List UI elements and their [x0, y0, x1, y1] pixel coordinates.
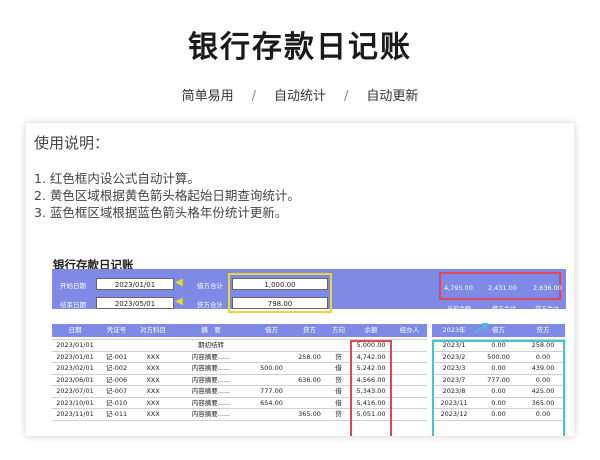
cyan-year-box: [432, 340, 565, 436]
tag-separator: /: [251, 89, 256, 104]
instructions-heading: 使用说明：: [34, 134, 110, 152]
year-column-header: 贷方: [521, 324, 565, 337]
preview-panel: 使用说明： 1. 红色框内设公式自动计算。 2. 黄色区域根据黄色箭头格起始日期…: [26, 123, 574, 436]
column-header: 对方科目: [135, 324, 171, 337]
ledger-cell: [251, 340, 292, 351]
ledger-cell: 2023/06/01: [56, 375, 94, 384]
credit-total-label: 贷方合计: [197, 301, 223, 309]
ledger-cell: XXX: [146, 364, 160, 372]
ledger-cell: 期初结转: [198, 341, 224, 349]
ledger-cell: 777.00: [260, 387, 283, 395]
tag-auto-update: 自动更新: [366, 89, 419, 104]
column-header: 凭证号: [98, 324, 135, 337]
ledger-cell: XXX: [146, 352, 160, 361]
ledger-cell: 654.00: [260, 398, 283, 407]
ledger-cell: 2023/07/01: [56, 387, 94, 395]
ledger-cell: 365.00: [298, 410, 321, 418]
ledger-cell: 2023/02/01: [56, 364, 94, 372]
ledger-cell: 内容摘要......: [191, 398, 231, 407]
current-balance-value: 4,795.00: [444, 284, 473, 292]
ledger-cell: 2023/01/01: [56, 352, 94, 361]
page-title: 银行存款日记账: [188, 30, 412, 65]
ledger-cell: 500.00: [260, 364, 283, 372]
ledger-cell: 内容摘要......: [191, 410, 231, 418]
ledger-cell: 贷: [335, 352, 342, 361]
ledger-cell: 2023/01/01: [56, 341, 94, 349]
ledger-cell: [251, 375, 292, 386]
ledger-cell: 内容摘要......: [191, 364, 231, 372]
ledger-cell: 2023/11/01: [56, 410, 94, 418]
ledger-cell: 记-010: [105, 398, 128, 407]
column-header: 摘 要: [171, 324, 251, 337]
ledger-cell: 258.00: [298, 352, 321, 361]
tag-auto-stat: 自动统计: [273, 89, 326, 104]
summary-credit-value: 2,636.00: [533, 284, 562, 292]
ledger-cell: 贷: [335, 410, 342, 418]
start-date-label: 开始日期: [60, 282, 86, 290]
ledger-cell: [292, 386, 327, 397]
end-date-input[interactable]: 2023/05/01: [96, 297, 174, 309]
ledger-cell: [327, 340, 350, 351]
column-header: 日期: [52, 324, 98, 337]
ledger-cell: [135, 340, 171, 351]
column-header: 贷方: [292, 324, 327, 337]
ledger-cell: [292, 340, 327, 351]
feature-tags: 简单易用 / 自动统计 / 自动更新: [0, 85, 600, 104]
ledger-cell: [98, 340, 135, 351]
tag-separator: /: [344, 89, 349, 104]
column-header: 借方: [251, 324, 292, 337]
ledger-cell: 借: [335, 364, 342, 372]
start-date-input[interactable]: 2023/01/01: [96, 278, 174, 290]
ledger-cell: [251, 409, 292, 420]
column-header: 余额: [350, 324, 392, 337]
ledger-cell: 记-011: [105, 410, 128, 418]
column-header: 方向: [327, 324, 350, 337]
ledger-cell: XXX: [146, 387, 160, 395]
ledger-cell: XXX: [146, 398, 160, 407]
tag-easy: 简单易用: [181, 89, 234, 104]
ledger-cell: 记-002: [105, 364, 128, 372]
ledger-cell: 内容摘要......: [191, 352, 231, 361]
ledger-cell: [292, 363, 327, 374]
ledger-cell: 内容摘要......: [191, 387, 231, 395]
ledger-cell: 内容摘要......: [191, 375, 231, 384]
yellow-arrow-icon: ◀: [175, 277, 183, 288]
ledger-cell: [292, 398, 327, 409]
end-date-label: 结束日期: [60, 301, 86, 309]
ledger-cell: [251, 352, 292, 363]
column-header: 经办人: [392, 324, 427, 337]
current-balance-label: 当前余额: [447, 306, 472, 313]
ledger-cell: 记-001: [105, 352, 128, 361]
summary-credit-label: 贷方合计: [535, 306, 560, 313]
debit-total-label: 借方合计: [197, 282, 223, 290]
summary-debit-value: 2,431.00: [488, 284, 517, 292]
ledger-cell: XXX: [146, 375, 160, 384]
yellow-query-box: [228, 273, 332, 313]
ledger-cell: 借: [335, 398, 342, 407]
ledger-cell: 借: [335, 387, 342, 395]
ledger-cell: 贷: [335, 375, 342, 384]
ledger-cell: XXX: [146, 410, 160, 418]
summary-debit-label: 借方合计: [492, 306, 517, 313]
instruction-line: 3. 蓝色框区域根据蓝色箭头格年份统计更新。: [34, 205, 288, 220]
ledger-cell: 记-006: [105, 375, 128, 384]
ledger-cell: 记-007: [105, 387, 128, 395]
ledger-cell: 636.00: [298, 375, 321, 384]
year-column-header: 2023年: [432, 324, 476, 337]
blue-arrow-icon: [473, 323, 488, 334]
ledger-cell: 2023/10/01: [56, 398, 94, 407]
yellow-arrow-icon: ◀: [175, 296, 183, 307]
red-balance-box: [350, 340, 392, 436]
